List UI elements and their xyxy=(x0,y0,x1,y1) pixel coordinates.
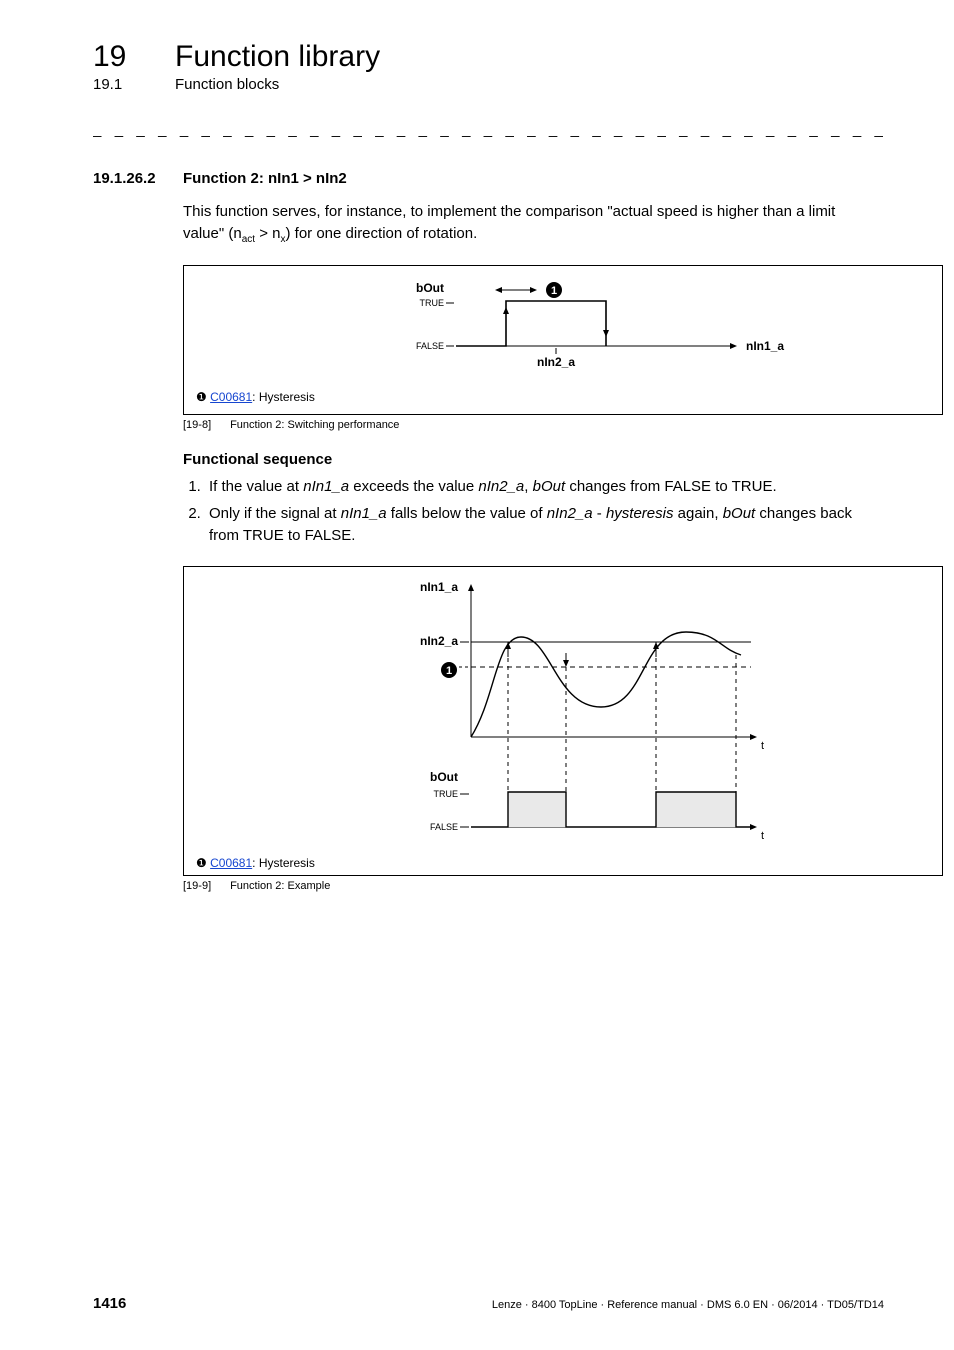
t: nIn2_a xyxy=(547,505,593,522)
section-number: 19.1 xyxy=(93,76,175,93)
fig9-nin1: nIn1_a xyxy=(420,580,458,594)
list-item: Only if the signal at nIn1_a falls below… xyxy=(205,503,884,548)
t: Only if the signal at xyxy=(209,505,341,522)
figure-19-9: nIn1_a nIn2_a 1 t bOut TRUE FALSE t ❶ C0… xyxy=(183,566,943,876)
fig9-circ: 1 xyxy=(446,665,452,677)
footer-text: Lenze · 8400 TopLine · Reference manual … xyxy=(492,1299,884,1311)
intro-sub2: x xyxy=(280,234,285,245)
fig9-svg: nIn1_a nIn2_a 1 t bOut TRUE FALSE t xyxy=(196,577,930,847)
subsection-number: 19.1.26.2 xyxy=(93,170,183,187)
subsection-title: Function 2: nIn1 > nIn2 xyxy=(183,170,347,187)
chapter-title: Function library xyxy=(175,40,380,74)
fig9-nin2: nIn2_a xyxy=(420,634,458,648)
t: nIn2_a xyxy=(478,478,524,495)
t: bOut xyxy=(723,505,756,522)
page-footer: 1416 Lenze · 8400 TopLine · Reference ma… xyxy=(93,1295,884,1312)
t: , xyxy=(524,478,532,495)
section-title: Function blocks xyxy=(175,76,279,93)
chapter-line: 19 Function library xyxy=(93,40,884,74)
fig9-t1: t xyxy=(761,740,764,752)
fig8-caption-text: Function 2: Switching performance xyxy=(230,419,399,431)
fig9-bout: bOut xyxy=(430,770,458,784)
functional-sequence-head: Functional sequence xyxy=(183,451,884,468)
fig8-nin1: nIn1_a xyxy=(746,339,784,353)
separator-dashes: _ _ _ _ _ _ _ _ _ _ _ _ _ _ _ _ _ _ _ _ … xyxy=(93,121,884,138)
t: nIn1_a xyxy=(303,478,349,495)
fig8-legend: ❶ C00681: Hysteresis xyxy=(196,390,930,404)
t: hysteresis xyxy=(606,505,674,522)
page-number: 1416 xyxy=(93,1295,126,1312)
subsection-row: 19.1.26.2 Function 2: nIn1 > nIn2 xyxy=(93,170,884,187)
fig9-legend-text: : Hysteresis xyxy=(252,856,315,870)
section-line: 19.1 Function blocks xyxy=(93,76,884,93)
fig9-caption-text: Function 2: Example xyxy=(230,880,330,892)
chapter-number: 19 xyxy=(93,40,175,74)
fig8-legend-text: : Hysteresis xyxy=(252,390,315,404)
fig8-caption: [19-8] Function 2: Switching performance xyxy=(183,419,884,431)
fig8-bout: bOut xyxy=(416,281,444,295)
intro-line1: This function serves, for instance, to i… xyxy=(183,203,835,220)
intro-l2-mid: > n xyxy=(255,225,280,242)
fig8-true: TRUE xyxy=(420,298,445,308)
fig8-legend-link[interactable]: C00681 xyxy=(210,390,252,404)
list-item: If the value at nIn1_a exceeds the value… xyxy=(205,476,884,499)
fig9-true: TRUE xyxy=(434,789,459,799)
t: nIn1_a xyxy=(341,505,387,522)
figure-19-8: 1 bOut TRUE FALSE nIn2_a nIn1_a ❶ C00681… xyxy=(183,265,943,415)
t: falls below the value of xyxy=(387,505,547,522)
fig9-caption: [19-9] Function 2: Example xyxy=(183,880,884,892)
fig9-legend-bullet: ❶ xyxy=(196,856,207,870)
fig8-nin2: nIn2_a xyxy=(537,355,575,369)
t: bOut xyxy=(533,478,566,495)
intro-l2-pre: value" (n xyxy=(183,225,242,242)
functional-sequence-list: If the value at nIn1_a exceeds the value… xyxy=(183,476,884,548)
fig8-circ: 1 xyxy=(551,285,557,297)
fig9-legend-link[interactable]: C00681 xyxy=(210,856,252,870)
fig8-svg: 1 bOut TRUE FALSE nIn2_a nIn1_a xyxy=(196,276,930,381)
fig8-caption-tag: [19-8] xyxy=(183,419,227,431)
fig9-false: FALSE xyxy=(430,822,458,832)
t: exceeds the value xyxy=(349,478,478,495)
fig9-legend: ❶ C00681: Hysteresis xyxy=(196,856,930,870)
fig9-t2: t xyxy=(761,830,764,842)
intro-sub1: act xyxy=(242,234,255,245)
fig9-caption-tag: [19-9] xyxy=(183,880,227,892)
t: - xyxy=(593,505,606,522)
t: again, xyxy=(673,505,722,522)
t: changes from FALSE to TRUE. xyxy=(565,478,776,495)
fig8-false: FALSE xyxy=(416,341,444,351)
t: If the value at xyxy=(209,478,303,495)
page: 19 Function library 19.1 Function blocks… xyxy=(0,0,954,892)
fig8-legend-bullet: ❶ xyxy=(196,390,207,404)
intro-paragraph: This function serves, for instance, to i… xyxy=(183,201,884,247)
intro-l2-post: ) for one direction of rotation. xyxy=(285,225,477,242)
